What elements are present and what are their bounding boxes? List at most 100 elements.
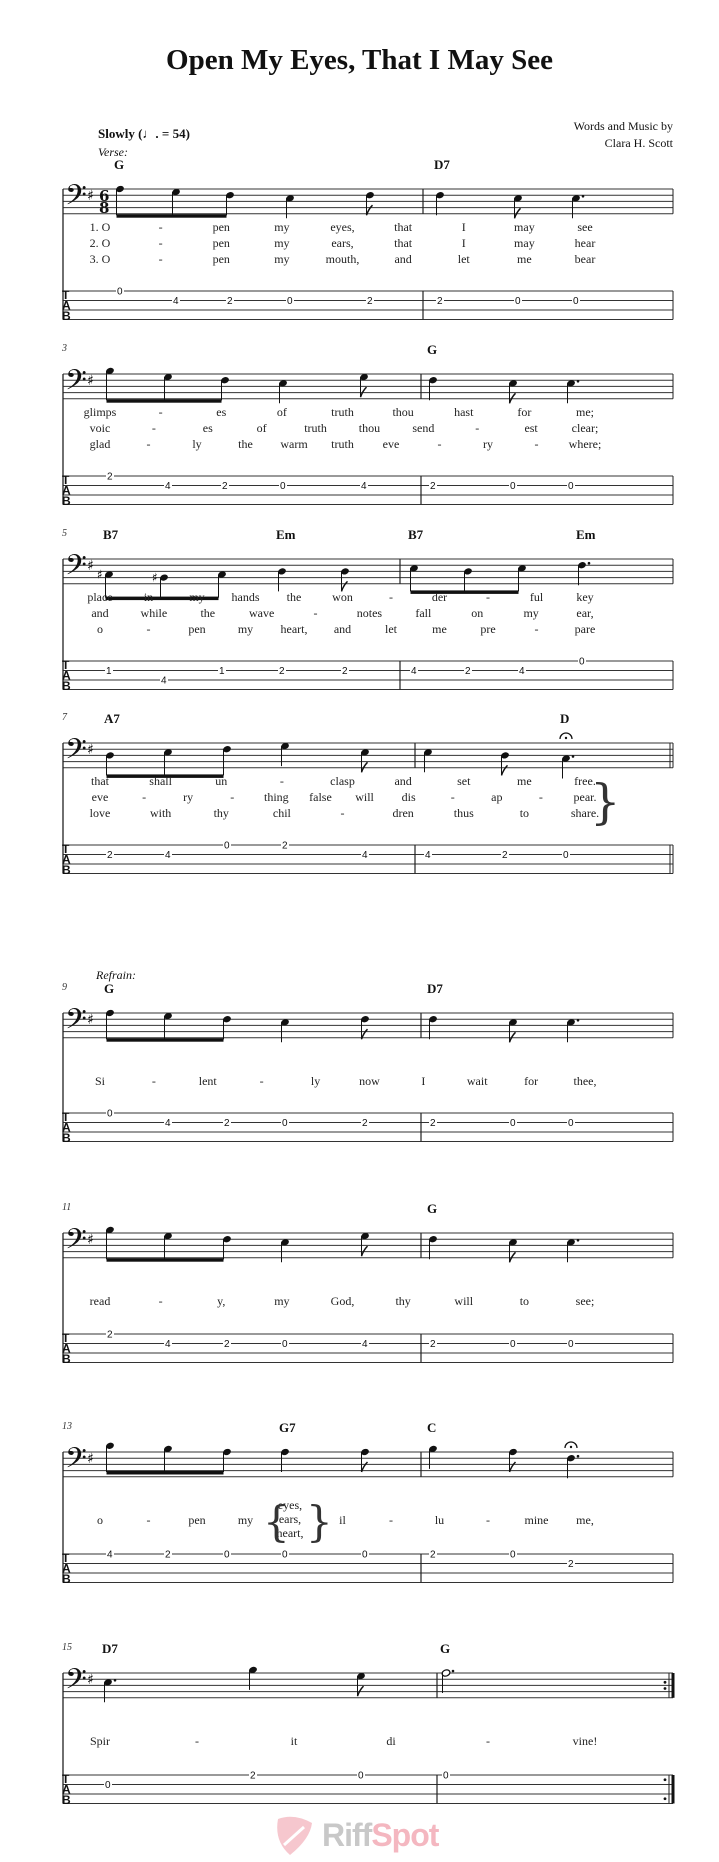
lyric-syllable: - <box>260 1074 264 1088</box>
lyric-syllable: wave <box>249 606 274 620</box>
tab-fret-number: 0 <box>568 1339 574 1350</box>
lyric-syllable: set <box>457 774 471 788</box>
lyric-syllable: 2. O <box>90 236 111 250</box>
lyric-syllable: me <box>517 252 532 266</box>
lyric-syllable: that <box>91 774 110 788</box>
tab-fret-number: 2 <box>367 296 373 307</box>
lyric-syllable: with <box>150 806 171 820</box>
tab-fret-number: 2 <box>107 1330 113 1341</box>
fermata-dot <box>564 736 568 740</box>
lyric-syllable: pare <box>575 622 596 636</box>
tab-fret-number: 0 <box>568 481 574 492</box>
lyric-syllable: bear <box>575 252 596 266</box>
lyric-syllable: - <box>486 1734 490 1748</box>
lyric-syllable: ry <box>183 790 193 804</box>
tab-clef-letter: B <box>62 309 71 323</box>
lyric-syllable: clear; <box>572 421 599 435</box>
bass-clef-icon: 𝄢 <box>65 1003 87 1043</box>
dot <box>576 1239 580 1242</box>
tab-fret-number: 0 <box>579 657 585 668</box>
tab-fret-number: 0 <box>443 1771 449 1782</box>
lyric-syllable: truth <box>331 437 354 451</box>
lyric-syllable: thy <box>214 806 229 820</box>
lyric-syllable: ful <box>530 590 544 604</box>
lyric-syllable: - <box>280 774 284 788</box>
tab-fret-number: 0 <box>510 1118 516 1129</box>
lyric-syllable: and <box>394 774 411 788</box>
chord-symbol: Em <box>576 527 596 542</box>
lyric-syllable: of <box>277 405 287 419</box>
tab-clef-letter: B <box>62 1131 71 1145</box>
watermark-riff: Riff <box>322 1817 372 1853</box>
lyric-syllable: voic <box>90 421 111 435</box>
lyric-syllable: I <box>462 236 466 250</box>
lyric-syllable: eve <box>383 437 400 451</box>
lyric-syllable: di <box>386 1734 396 1748</box>
lyric-syllable: lent <box>199 1074 218 1088</box>
lyric-syllable: pen <box>213 236 230 250</box>
tab-fret-number: 4 <box>165 1339 171 1350</box>
lyric-syllable: pre <box>480 622 495 636</box>
lyric-syllable: o <box>97 622 103 636</box>
chord-symbol: B7 <box>103 527 119 542</box>
sharp-key-signature: ♯ <box>87 558 94 574</box>
tab-fret-number: 2 <box>250 1771 256 1782</box>
sharp-key-signature: ♯ <box>87 188 94 204</box>
tab-fret-number: 0 <box>573 296 579 307</box>
lyric-syllable: may <box>514 236 535 250</box>
tab-fret-number: 1 <box>219 666 225 677</box>
guitar-pick-icon <box>277 1816 312 1855</box>
lyric-syllable: to <box>520 1294 529 1308</box>
lyric-syllable: it <box>291 1734 298 1748</box>
tab-fret-number: 2 <box>437 296 443 307</box>
chord-symbol: G7 <box>279 1420 296 1435</box>
lyric-syllable: thy <box>395 1294 410 1308</box>
lyric-syllable: ap <box>491 790 502 804</box>
lyric-syllable: my <box>189 590 204 604</box>
lyric-syllable: - <box>539 790 543 804</box>
lyric-syllable: may <box>514 220 535 234</box>
brace-right: } <box>306 1497 333 1546</box>
lyric-syllable: and <box>334 622 351 636</box>
lyric-syllable: - <box>451 790 455 804</box>
lyric-syllable: - <box>159 220 163 234</box>
verse-brace: } <box>590 774 621 830</box>
measure-number: 9 <box>62 982 67 993</box>
chord-symbol: G <box>427 1201 437 1216</box>
tab-fret-number: 2 <box>107 472 113 483</box>
lyric-syllable: - <box>147 1513 151 1527</box>
tab-fret-number: 4 <box>362 1339 368 1350</box>
lyric-syllable: pen <box>213 252 230 266</box>
tab-fret-number: 4 <box>173 296 179 307</box>
lyric-syllable: I <box>421 1074 425 1088</box>
dot <box>576 380 580 383</box>
repeat-dot <box>663 1797 667 1801</box>
measure-number: 15 <box>62 1642 72 1653</box>
tab-fret-number: 4 <box>519 666 525 677</box>
lyric-syllable: heart, <box>281 622 308 636</box>
tab-fret-number: 0 <box>107 1109 113 1120</box>
tab-fret-number: 0 <box>362 1550 368 1561</box>
lyric-syllable: - <box>389 1513 393 1527</box>
lyric-syllable: my <box>238 622 253 636</box>
tab-fret-number: 2 <box>430 1339 436 1350</box>
lyric-syllable: on <box>471 606 483 620</box>
tab-fret-number: 2 <box>430 1118 436 1129</box>
bass-clef-icon: 𝄢 <box>65 364 87 404</box>
lyric-syllable: shall <box>149 774 172 788</box>
watermark-text: RiffSpot <box>322 1817 439 1854</box>
dot <box>587 561 591 565</box>
watermark-spot: Spot <box>371 1817 439 1853</box>
lyric-syllable: ly <box>192 437 201 451</box>
lyric-syllable: wait <box>467 1074 488 1088</box>
lyric-syllable: - <box>230 790 234 804</box>
tab-fret-number: 2 <box>502 850 508 861</box>
lyric-syllable: my <box>523 606 538 620</box>
tab-fret-number: 0 <box>117 287 123 298</box>
lyric-syllable: hear <box>575 236 596 250</box>
lyric-syllable: - <box>152 1074 156 1088</box>
tab-fret-number: 4 <box>165 850 171 861</box>
lyric-syllable: est <box>524 421 538 435</box>
sharp-key-signature: ♯ <box>87 1672 94 1688</box>
lyric-syllable: my <box>274 252 289 266</box>
